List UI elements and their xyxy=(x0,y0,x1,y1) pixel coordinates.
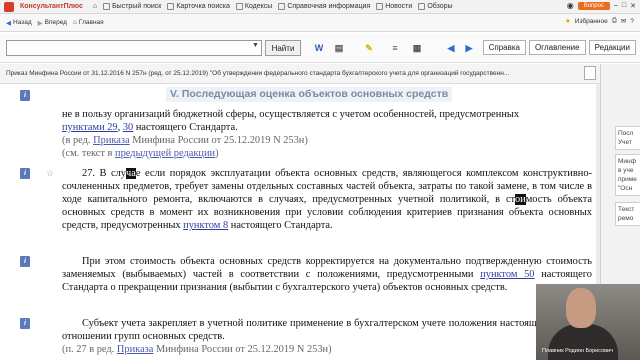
next-arrow-icon[interactable]: ▶ xyxy=(462,42,476,54)
word-icon[interactable]: W xyxy=(312,42,326,54)
tab-contents[interactable]: Оглавление xyxy=(528,40,586,55)
minimize-icon[interactable]: – xyxy=(614,2,618,9)
grid-icon[interactable]: ▦ xyxy=(410,42,424,54)
info-icon[interactable]: i xyxy=(20,90,30,101)
document-body: V. Последующая оценка объектов основных … xyxy=(62,84,596,360)
left-gutter: i i ☆ i i xyxy=(0,84,60,360)
related-info-box[interactable]: Посл Учет xyxy=(615,126,640,150)
forward-button[interactable]: ▶ Вперед xyxy=(38,19,67,27)
nav-bar: ◀ Назад ▶ Вперед ⌂ Главная ★ Избранное ⎙ ✉ … xyxy=(0,14,640,32)
card-icon xyxy=(167,3,175,10)
back-button[interactable]: ◀ Назад xyxy=(6,19,32,27)
help-icon[interactable]: ? xyxy=(630,18,634,25)
home-button[interactable]: ⌂ Главная xyxy=(73,19,104,26)
quick-search-link[interactable]: Быстрый поиск xyxy=(103,3,161,10)
print-icon[interactable]: ⎙ xyxy=(612,17,617,25)
presenter-name: Плавник Родион Борисович xyxy=(542,348,613,354)
star-icon[interactable]: ☆ xyxy=(46,168,54,179)
edition-note: (п. 27 в ред. Приказа Минфина России от … xyxy=(62,344,332,355)
favorites-button[interactable]: Избранное xyxy=(575,18,608,25)
title-bar: КонсультантПлюс ⌂ Быстрый поиск Карточка… xyxy=(0,0,640,14)
paragraph: не в пользу организаций бюджетной сферы,… xyxy=(62,109,520,133)
related-info-box[interactable]: Текст ремо xyxy=(615,202,640,226)
reference-info-link[interactable]: Справочная информация xyxy=(278,3,370,10)
previous-edition-link[interactable]: предыдущей редакции xyxy=(115,148,215,159)
codexes-link[interactable]: Кодексы xyxy=(235,3,272,10)
news-icon xyxy=(376,3,384,10)
related-info-box[interactable]: Минф в уче приме "Осн xyxy=(615,154,640,196)
order-link[interactable]: Приказа xyxy=(117,344,153,355)
tab-help[interactable]: Справка xyxy=(482,40,526,55)
paragraph: 27. В случае если порядок эксплуатации о… xyxy=(62,168,592,231)
user-icon[interactable]: ◉ xyxy=(567,1,574,10)
find-button[interactable]: Найти xyxy=(265,40,301,56)
tab-editions[interactable]: Редакции xyxy=(588,40,636,55)
star-icon[interactable]: ★ xyxy=(565,17,571,25)
clause-link[interactable]: пунктами 29 xyxy=(62,122,118,133)
close-icon[interactable]: ✕ xyxy=(630,2,636,10)
clause-link[interactable]: пунктом 8 xyxy=(183,220,228,231)
paragraph: При этом стоимость объекта основных сред… xyxy=(62,256,592,293)
arrow-right-icon: ▶ xyxy=(37,19,43,27)
document-menu-button[interactable] xyxy=(584,66,596,80)
search-highlight: ча xyxy=(126,168,136,179)
search-highlight: ои xyxy=(514,194,526,205)
home-icon[interactable]: ⌂ xyxy=(93,3,97,10)
house-icon: ⌂ xyxy=(72,19,77,26)
search-input[interactable] xyxy=(6,40,262,56)
paragraph: Субъект учета закрепляет в учетной полит… xyxy=(62,318,592,342)
mail-icon[interactable]: ✉ xyxy=(621,17,626,25)
document-title: Приказ Минфина России от 31.12.2016 N 25… xyxy=(0,64,600,84)
clause-link[interactable]: 30 xyxy=(123,122,133,133)
info-icon[interactable]: i xyxy=(20,256,30,267)
highlight-marker-icon[interactable]: ✎ xyxy=(362,42,376,54)
text-icon[interactable]: ≡ xyxy=(388,42,402,54)
chevron-down-icon[interactable]: ▼ xyxy=(252,42,259,49)
info-icon[interactable]: i xyxy=(20,168,30,179)
edition-note: (в ред. Приказа Минфина России от 25.12.… xyxy=(62,135,308,159)
info-icon[interactable]: i xyxy=(20,318,30,329)
book-icon xyxy=(235,3,243,10)
question-button[interactable]: Вопрос xyxy=(577,1,610,10)
webcam-overlay: Плавник Родион Борисович xyxy=(536,284,640,360)
search-card-link[interactable]: Карточка поиска xyxy=(167,3,230,10)
presenter-head xyxy=(566,288,596,328)
info-icon xyxy=(278,3,286,10)
prev-arrow-icon[interactable]: ◀ xyxy=(444,42,458,54)
arrow-left-icon: ◀ xyxy=(6,19,11,27)
maximize-icon[interactable]: □ xyxy=(622,2,626,9)
search-bar: ▼ Найти W ▤ ✎ ≡ ▦ ◀ ▶ Справка Оглавление… xyxy=(0,33,640,63)
review-icon xyxy=(418,3,426,10)
consultant-logo-icon xyxy=(4,1,14,12)
clause-link[interactable]: пунктом 50 xyxy=(480,269,534,280)
reviews-link[interactable]: Обзоры xyxy=(418,3,453,10)
section-heading: V. Последующая оценка объектов основных … xyxy=(166,87,453,102)
news-link[interactable]: Новости xyxy=(376,3,412,10)
search-icon xyxy=(103,3,111,10)
bookmark-icon[interactable]: ▤ xyxy=(332,42,346,54)
order-link[interactable]: Приказа xyxy=(93,135,129,146)
app-title: КонсультантПлюс xyxy=(20,3,83,10)
